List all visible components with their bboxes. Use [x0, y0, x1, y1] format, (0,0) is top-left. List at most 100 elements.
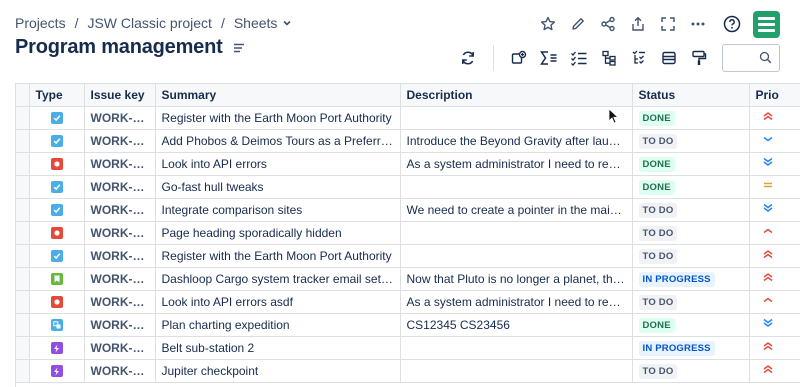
- summary-cell[interactable]: Belt sub-station 2: [155, 336, 401, 360]
- priority-cell[interactable]: [749, 175, 800, 199]
- checklist-icon[interactable]: [564, 44, 594, 72]
- type-cell[interactable]: [29, 267, 85, 291]
- row-gutter[interactable]: [16, 313, 30, 337]
- type-cell[interactable]: [29, 336, 85, 360]
- more-icon[interactable]: [683, 10, 713, 38]
- issue-key-cell[interactable]: WORK-109: [84, 129, 156, 153]
- add-field-icon[interactable]: [504, 44, 534, 72]
- status-cell[interactable]: TO DO: [632, 221, 750, 245]
- priority-cell[interactable]: [749, 336, 800, 360]
- search-field[interactable]: [722, 44, 780, 72]
- description-cell[interactable]: [400, 336, 633, 360]
- description-cell[interactable]: Now that Pluto is no longer a planet, th…: [400, 267, 633, 291]
- table-row[interactable]: WORK-123 Page heading sporadically hidden…: [16, 221, 800, 245]
- table-row[interactable]: WORK-113 Register with the Earth Moon Por…: [16, 106, 800, 130]
- table-row[interactable]: WORK-154 Plan charting expedition CS12345 …: [16, 313, 800, 337]
- summary-cell[interactable]: Page heading sporadically hidden: [155, 221, 401, 245]
- row-height-icon[interactable]: [654, 44, 684, 72]
- column-header-priority[interactable]: Prio: [749, 84, 800, 107]
- group-icon[interactable]: [624, 44, 654, 72]
- issue-key-cell[interactable]: WORK-139: [84, 359, 156, 383]
- status-cell[interactable]: DONE: [632, 152, 750, 176]
- status-cell[interactable]: IN PROGRESS: [632, 336, 750, 360]
- type-cell[interactable]: [29, 106, 85, 130]
- priority-cell[interactable]: [749, 359, 800, 383]
- issue-key-cell[interactable]: WORK-110: [84, 152, 156, 176]
- type-cell[interactable]: [29, 244, 85, 268]
- export-icon[interactable]: [623, 10, 653, 38]
- row-gutter[interactable]: [16, 175, 30, 199]
- description-cell[interactable]: [400, 359, 633, 383]
- type-cell[interactable]: [29, 175, 85, 199]
- status-cell[interactable]: TO DO: [632, 198, 750, 222]
- breadcrumb-project[interactable]: JSW Classic project: [87, 15, 211, 31]
- table-row[interactable]: WORK-142 Belt sub-station 2 IN PROGRESS: [16, 336, 800, 360]
- app-switcher-logo[interactable]: [753, 10, 780, 38]
- row-gutter[interactable]: [16, 290, 30, 314]
- priority-cell[interactable]: [749, 198, 800, 222]
- status-cell[interactable]: DONE: [632, 175, 750, 199]
- fullscreen-icon[interactable]: [653, 10, 683, 38]
- priority-cell[interactable]: [749, 244, 800, 268]
- priority-cell[interactable]: [749, 313, 800, 337]
- type-cell[interactable]: [29, 198, 85, 222]
- table-row[interactable]: WORK-139 Jupiter checkpoint TO DO: [16, 359, 800, 383]
- type-cell[interactable]: [29, 152, 85, 176]
- summary-cell[interactable]: Register with the Earth Moon Port Author…: [155, 244, 401, 268]
- description-cell[interactable]: As a system administrator I need to revi…: [400, 152, 633, 176]
- description-cell[interactable]: Introduce the Beyond Gravity after launc…: [400, 129, 633, 153]
- column-header-status[interactable]: Status: [632, 84, 750, 107]
- type-cell[interactable]: [29, 221, 85, 245]
- summary-cell[interactable]: Go-fast hull tweaks: [155, 175, 401, 199]
- status-cell[interactable]: TO DO: [632, 244, 750, 268]
- description-cell[interactable]: [400, 244, 633, 268]
- table-row[interactable]: WORK-122 Go-fast hull tweaks DONE: [16, 175, 800, 199]
- issue-key-cell[interactable]: WORK-119: [84, 198, 156, 222]
- column-header-description[interactable]: Description: [400, 84, 633, 107]
- help-icon[interactable]: [717, 10, 747, 38]
- row-gutter[interactable]: [16, 244, 30, 268]
- column-header-summary[interactable]: Summary: [155, 84, 401, 107]
- share-icon[interactable]: [593, 10, 623, 38]
- row-gutter[interactable]: [16, 106, 30, 130]
- format-paint-icon[interactable]: [684, 44, 714, 72]
- table-row[interactable]: WORK-119 Integrate comparison sites We nee…: [16, 198, 800, 222]
- status-cell[interactable]: IN PROGRESS: [632, 267, 750, 291]
- row-gutter[interactable]: [16, 198, 30, 222]
- priority-cell[interactable]: [749, 129, 800, 153]
- menu-icon[interactable]: [233, 43, 245, 53]
- column-header-issue-key[interactable]: Issue key: [84, 84, 156, 107]
- summary-cell[interactable]: Dashloop Cargo system tracker email setu…: [155, 267, 401, 291]
- refresh-icon[interactable]: [453, 44, 483, 72]
- summary-cell[interactable]: Look into API errors asdf: [155, 290, 401, 314]
- edit-icon[interactable]: [563, 10, 593, 38]
- summary-cell[interactable]: Register with the Earth Moon Port Author…: [155, 106, 401, 130]
- breadcrumb-sheets[interactable]: Sheets: [234, 15, 278, 31]
- row-gutter[interactable]: [16, 359, 30, 383]
- table-row[interactable]: WORK-109 Add Phobos & Deimos Tours as a P…: [16, 129, 800, 153]
- priority-cell[interactable]: [749, 152, 800, 176]
- description-cell[interactable]: [400, 106, 633, 130]
- issue-key-cell[interactable]: WORK-142: [84, 336, 156, 360]
- status-cell[interactable]: TO DO: [632, 129, 750, 153]
- priority-cell[interactable]: [749, 106, 800, 130]
- row-gutter[interactable]: [16, 267, 30, 291]
- description-cell[interactable]: CS12345 CS23456: [400, 313, 633, 337]
- type-cell[interactable]: [29, 359, 85, 383]
- issue-key-cell[interactable]: WORK-113: [84, 106, 156, 130]
- breadcrumb-projects[interactable]: Projects: [15, 15, 66, 31]
- status-cell[interactable]: DONE: [632, 313, 750, 337]
- summary-cell[interactable]: Integrate comparison sites: [155, 198, 401, 222]
- type-cell[interactable]: [29, 313, 85, 337]
- star-icon[interactable]: [533, 10, 563, 38]
- summary-cell[interactable]: Plan charting expedition: [155, 313, 401, 337]
- row-gutter[interactable]: [16, 152, 30, 176]
- description-cell[interactable]: We need to create a pointer in the main.…: [400, 198, 633, 222]
- table-row[interactable]: WORK-110 Look into API errors As a system …: [16, 152, 800, 176]
- priority-cell[interactable]: [749, 267, 800, 291]
- table-row[interactable]: WORK-135 Register with the Earth Moon Por…: [16, 244, 800, 268]
- table-row[interactable]: WORK-133 Dashloop Cargo system tracker em…: [16, 267, 800, 291]
- search-input[interactable]: [727, 49, 757, 67]
- status-cell[interactable]: TO DO: [632, 359, 750, 383]
- description-cell[interactable]: [400, 175, 633, 199]
